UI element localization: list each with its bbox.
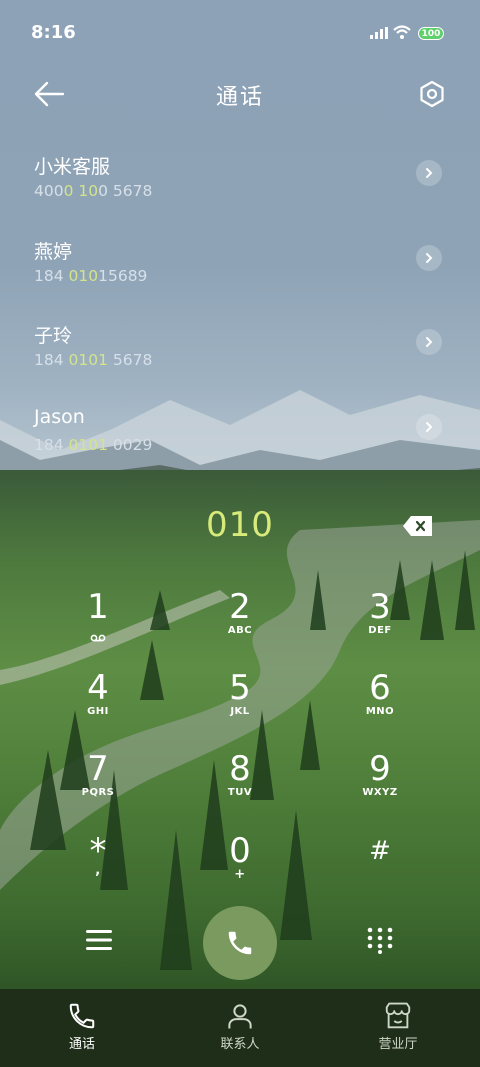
key-digit: 6 [369,668,391,708]
person-icon [228,1004,252,1029]
contact-number: 184 0101 5678 [34,351,153,369]
dial-key-5[interactable]: 5 JKL [190,668,290,744]
nav-tab-calls[interactable]: 通话 [22,989,142,1067]
nav-tab-contacts[interactable]: 联系人 [180,989,300,1067]
contact-name: 子玲 [34,325,73,347]
backspace-icon[interactable] [402,515,434,537]
chevron-right-icon [426,422,433,432]
contact-number: 184 0101 0029 [34,436,153,454]
contact-number: 4000 100 5678 [34,182,153,200]
dial-key-9[interactable]: 9 WXYZ [330,749,430,825]
key-digit: # [369,836,391,866]
nav-label: 营业厅 [378,1037,418,1052]
contact-name: 小米客服 [34,156,111,178]
key-digit: 1 [87,587,109,627]
phone-icon [228,931,252,955]
chevron-right-icon [426,253,433,263]
wifi-icon [393,25,411,39]
key-digit: 4 [87,668,109,708]
key-letters: GHI [87,706,109,717]
contact-item[interactable]: Jason 184 0101 0029 [0,406,480,486]
nav-label: 通话 [68,1037,95,1052]
call-button[interactable] [203,906,277,980]
chevron-right-icon [426,337,433,347]
settings-hexagon-icon[interactable] [418,80,446,108]
key-letters: + [234,867,246,882]
dial-key-7[interactable]: 7 PQRS [48,749,148,825]
dial-key-star[interactable]: * , [48,831,148,907]
key-digit: 2 [229,587,251,627]
contact-detail-button[interactable] [416,329,442,355]
nav-tab-store[interactable]: 营业厅 [338,989,458,1067]
key-letters: PQRS [81,787,115,798]
dial-key-8[interactable]: 8 TUV [190,749,290,825]
key-digit: 3 [369,587,391,627]
key-letters: , [95,863,101,878]
nav-label: 联系人 [220,1037,260,1052]
dial-key-3[interactable]: 3 DEF [330,587,430,663]
dial-key-4[interactable]: 4 GHI [48,668,148,744]
keypad-toggle-icon[interactable] [366,926,394,954]
key-digit: 7 [87,749,109,789]
dial-key-hash[interactable]: # [330,831,430,907]
bottom-navigation: 通话 联系人 营业厅 [0,989,480,1067]
key-letters: TUV [227,787,253,798]
key-digit: 9 [369,749,391,789]
dial-key-1[interactable]: 1 [48,587,148,663]
key-letters: MNO [365,706,395,717]
battery-level: 100 [421,28,441,39]
contact-item[interactable]: 燕婷 184 01015689 [0,237,480,317]
contact-name: Jason [34,406,85,428]
battery-indicator: 100 [418,27,444,40]
dial-key-6[interactable]: 6 MNO [330,668,430,744]
key-letters: WXYZ [362,787,398,798]
menu-icon[interactable] [86,928,112,952]
contact-detail-button[interactable] [416,160,442,186]
contact-item[interactable]: 子玲 184 0101 5678 [0,321,480,401]
key-letters: JKL [230,706,250,717]
contact-number: 184 01015689 [34,267,148,285]
key-digit: 5 [229,668,251,708]
store-icon [385,1002,411,1029]
contact-item[interactable]: 小米客服 4000 100 5678 [0,152,480,232]
key-letters: DEF [368,625,392,636]
key-digit: 8 [229,749,251,789]
signal-icon [370,27,388,39]
contact-detail-button[interactable] [416,245,442,271]
phone-icon [69,1003,95,1029]
status-time: 8:16 [31,22,76,43]
key-letters: ABC [227,625,253,636]
key-digit: 0 [229,831,251,871]
voicemail-icon [90,634,106,642]
dial-key-0[interactable]: 0 + [190,831,290,907]
contact-name: 燕婷 [34,241,73,263]
dial-key-2[interactable]: 2 ABC [190,587,290,663]
chevron-right-icon [426,168,433,178]
contact-detail-button[interactable] [416,414,442,440]
status-bar: 8:16 100 [0,0,480,66]
page-title: 通话 [215,85,264,110]
